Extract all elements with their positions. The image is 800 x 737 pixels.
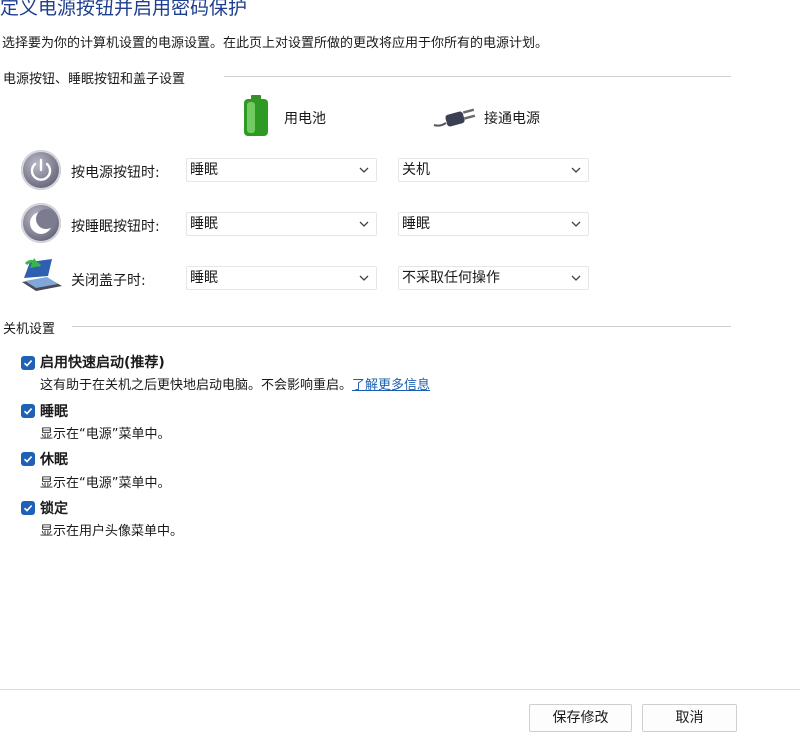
hibernate-option-desc: 显示在“电源”菜单中。 <box>40 476 171 491</box>
chevron-down-icon <box>571 167 581 173</box>
column-battery: 用电池 <box>284 111 326 127</box>
fast-startup-desc-text: 这有助于在关机之后更快地启动电脑。不会影响重启。 <box>40 378 353 393</box>
select-value: 不采取任何操作 <box>402 270 500 286</box>
row-label-sleep-button: 按睡眠按钮时: <box>71 219 160 235</box>
power-section-heading: 电源按钮、睡眠按钮和盖子设置 <box>3 72 186 87</box>
select-value: 睡眠 <box>402 216 430 232</box>
power-button-icon <box>21 150 61 190</box>
chevron-down-icon <box>571 275 581 281</box>
plug-icon <box>432 103 476 131</box>
save-button[interactable]: 保存修改 <box>529 704 632 732</box>
footer-divider <box>0 689 800 690</box>
fast-startup-checkbox[interactable] <box>21 356 35 370</box>
row-label-power-button: 按电源按钮时: <box>71 165 160 181</box>
lock-option-desc: 显示在用户头像菜单中。 <box>40 524 184 539</box>
select-value: 关机 <box>402 162 430 178</box>
checkmark-icon <box>23 408 33 415</box>
learn-more-link[interactable]: 了解更多信息 <box>352 378 430 393</box>
fast-startup-desc: 这有助于在关机之后更快地启动电脑。不会影响重启。了解更多信息 <box>40 374 430 393</box>
checkmark-icon <box>23 505 33 512</box>
select-value: 睡眠 <box>190 216 218 232</box>
cancel-button[interactable]: 取消 <box>642 704 737 732</box>
fast-startup-title: 启用快速启动(推荐) <box>40 355 165 371</box>
hibernate-option-title: 休眠 <box>40 452 68 468</box>
lid-battery-select[interactable]: 睡眠 <box>186 266 377 290</box>
lock-option-title: 锁定 <box>40 501 68 517</box>
sleep-option-desc: 显示在“电源”菜单中。 <box>40 427 171 442</box>
chevron-down-icon <box>571 221 581 227</box>
checkmark-icon <box>23 360 33 367</box>
row-label-lid: 关闭盖子时: <box>71 273 146 289</box>
sleep-button-icon <box>21 203 61 243</box>
page-title: 定义电源按钮并启用密码保护 <box>0 0 248 19</box>
page-subtitle: 选择要为你的计算机设置的电源设置。在此页上对设置所做的更改将应用于你所有的电源计… <box>2 36 549 51</box>
power-button-plugged-select[interactable]: 关机 <box>398 158 589 182</box>
chevron-down-icon <box>359 275 369 281</box>
sleep-checkbox[interactable] <box>21 404 35 418</box>
chevron-down-icon <box>359 221 369 227</box>
shutdown-section-heading: 关机设置 <box>3 322 56 337</box>
hibernate-checkbox[interactable] <box>21 452 35 466</box>
chevron-down-icon <box>359 167 369 173</box>
lid-plugged-select[interactable]: 不采取任何操作 <box>398 266 589 290</box>
sleep-button-plugged-select[interactable]: 睡眠 <box>398 212 589 236</box>
lock-checkbox[interactable] <box>21 501 35 515</box>
select-value: 睡眠 <box>190 162 218 178</box>
power-button-battery-select[interactable]: 睡眠 <box>186 158 377 182</box>
checkmark-icon <box>23 456 33 463</box>
shutdown-section-divider <box>72 326 731 327</box>
power-section-divider <box>224 76 731 77</box>
sleep-option-title: 睡眠 <box>40 404 68 420</box>
battery-icon <box>241 95 271 137</box>
laptop-lid-icon <box>18 256 64 294</box>
column-plugged-in: 接通电源 <box>484 111 540 127</box>
select-value: 睡眠 <box>190 270 218 286</box>
sleep-button-battery-select[interactable]: 睡眠 <box>186 212 377 236</box>
